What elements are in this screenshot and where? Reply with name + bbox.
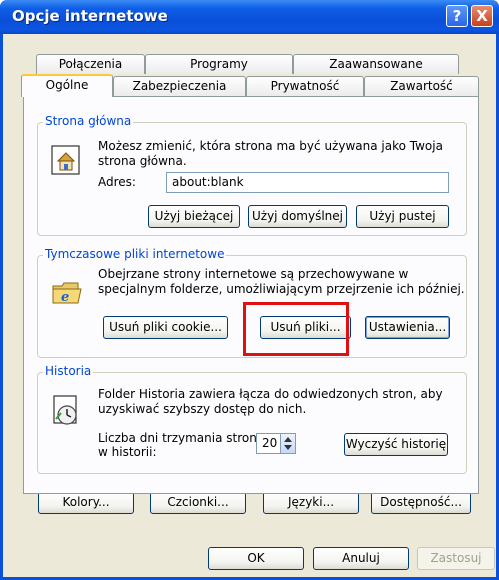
apply-button[interactable]: Zastosuj	[417, 547, 495, 570]
history-days-spinner[interactable]	[280, 433, 296, 454]
colors-button[interactable]: Kolory...	[38, 491, 134, 514]
settings-button[interactable]: Ustawienia...	[365, 316, 450, 339]
delete-files-highlight-box	[243, 302, 349, 356]
tab-connections[interactable]: Połączenia	[36, 54, 145, 74]
languages-button[interactable]: Języki...	[263, 491, 359, 514]
title-bar[interactable]: Opcje internetowe ? X	[0, 0, 499, 34]
ok-button[interactable]: OK	[208, 547, 304, 570]
temp-files-description-line2: specjalnym folderze, umożliwiającym prze…	[98, 282, 465, 296]
temporary-files-folder-icon: e	[52, 282, 82, 305]
internet-options-dialog: Opcje internetowe ? X Połączenia Program…	[0, 0, 499, 580]
tab-programs[interactable]: Programy	[145, 54, 293, 74]
tab-content[interactable]: Zawartość	[364, 76, 479, 96]
homepage-description-line1: Możesz zmienić, która strona ma być używ…	[98, 139, 443, 153]
history-group-label: Historia	[43, 364, 94, 378]
accessibility-button[interactable]: Dostępność...	[371, 491, 471, 514]
tab-security[interactable]: Zabezpieczenia	[113, 76, 246, 96]
use-current-button[interactable]: Użyj bieżącej	[148, 205, 240, 228]
history-days-label-line2: w historii:	[98, 445, 157, 459]
history-group: Historia Folder Historia zawiera łącza d…	[37, 364, 467, 474]
help-button[interactable]: ?	[446, 5, 468, 27]
temp-files-description-line1: Obejrzane strony internetowe są przechow…	[98, 267, 409, 281]
tab-general[interactable]: Ogólne	[21, 74, 113, 97]
fonts-button[interactable]: Czcionki...	[150, 491, 246, 514]
use-blank-button[interactable]: Użyj pustej	[356, 205, 449, 228]
homepage-description-line2: strona główna.	[98, 154, 187, 168]
address-field[interactable]: about:blank	[166, 172, 449, 193]
delete-cookies-button[interactable]: Usuń pliki cookie...	[103, 316, 228, 339]
home-page-icon	[51, 145, 80, 175]
history-clock-icon	[53, 395, 77, 425]
history-description-line2: uzyskiwać szybszy dostęp do nich.	[98, 402, 307, 416]
temporary-files-group-label: Tymczasowe pliki internetowe	[43, 247, 227, 261]
history-description-line1: Folder Historia zawiera łącza do odwiedz…	[98, 387, 443, 401]
svg-text:e: e	[61, 290, 69, 305]
address-label: Adres:	[98, 175, 136, 189]
tab-advanced[interactable]: Zaawansowane	[293, 54, 459, 74]
homepage-group-label: Strona główna	[43, 114, 134, 128]
window-title: Opcje internetowe	[12, 7, 168, 25]
cancel-button[interactable]: Anuluj	[313, 547, 409, 570]
spinner-arrows-icon	[284, 437, 292, 450]
history-days-label-line1: Liczba dni trzymania stron	[98, 431, 257, 445]
homepage-group: Strona główna Możesz zmienić, która stro…	[37, 114, 467, 236]
general-tab-panel: Strona główna Możesz zmienić, która stro…	[23, 96, 479, 494]
use-default-button[interactable]: Użyj domyślnej	[248, 205, 347, 228]
tab-privacy[interactable]: Prywatność	[246, 76, 364, 96]
clear-history-button[interactable]: Wyczyść historię	[344, 433, 448, 456]
close-button[interactable]: X	[471, 5, 493, 27]
